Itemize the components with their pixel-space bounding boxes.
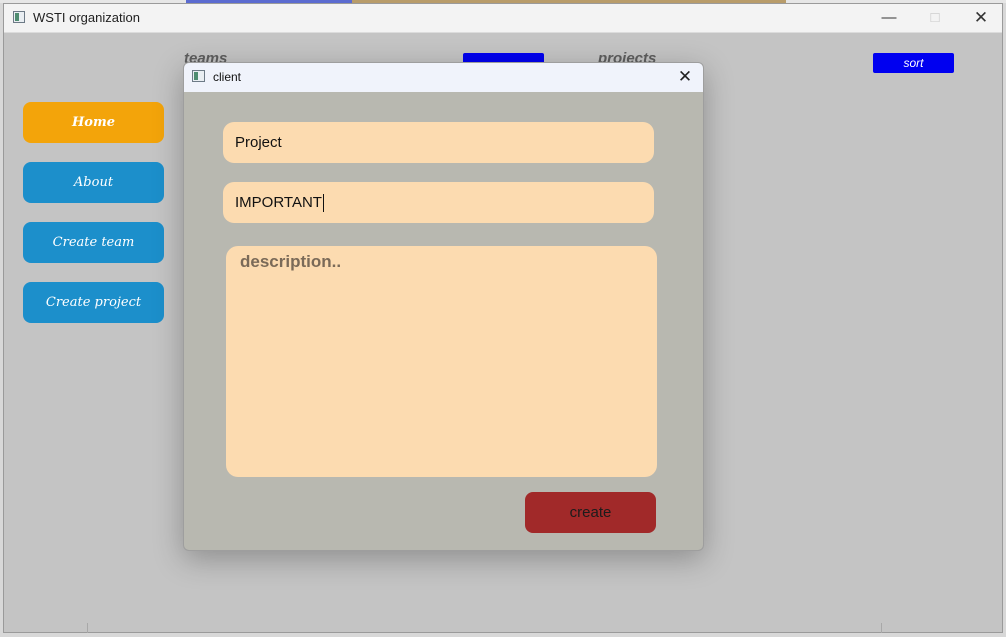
home-button[interactable]: Home	[23, 102, 164, 143]
priority-value: IMPORTANT	[235, 194, 322, 211]
divider	[881, 623, 882, 633]
about-button[interactable]: About	[23, 162, 164, 203]
create-project-button[interactable]: Create project	[23, 282, 164, 323]
description-textarea[interactable]: description..	[226, 246, 657, 477]
create-team-button[interactable]: Create team	[23, 222, 164, 263]
window-title: WSTI organization	[33, 10, 140, 25]
description-placeholder: description..	[240, 252, 342, 271]
project-name-value: Project	[235, 134, 282, 151]
divider	[87, 623, 88, 633]
sort-button[interactable]: sort	[873, 53, 954, 73]
maximize-icon[interactable]: □	[912, 4, 958, 33]
close-icon[interactable]: ✕	[958, 4, 1004, 33]
client-dialog: client ✕ Project IMPORTANT description..…	[183, 62, 704, 551]
priority-field[interactable]: IMPORTANT	[223, 182, 654, 223]
app-icon	[13, 11, 25, 23]
project-name-field[interactable]: Project	[223, 122, 654, 163]
dialog-close-icon[interactable]: ✕	[673, 65, 697, 89]
minimize-icon[interactable]: —	[866, 4, 912, 33]
text-caret	[322, 194, 324, 213]
dialog-title: client	[213, 70, 242, 84]
dialog-titlebar: client ✕	[184, 63, 703, 92]
create-button[interactable]: create	[525, 492, 656, 533]
window-titlebar: WSTI organization — □ ✕	[4, 4, 1002, 33]
dialog-app-icon	[192, 70, 205, 82]
